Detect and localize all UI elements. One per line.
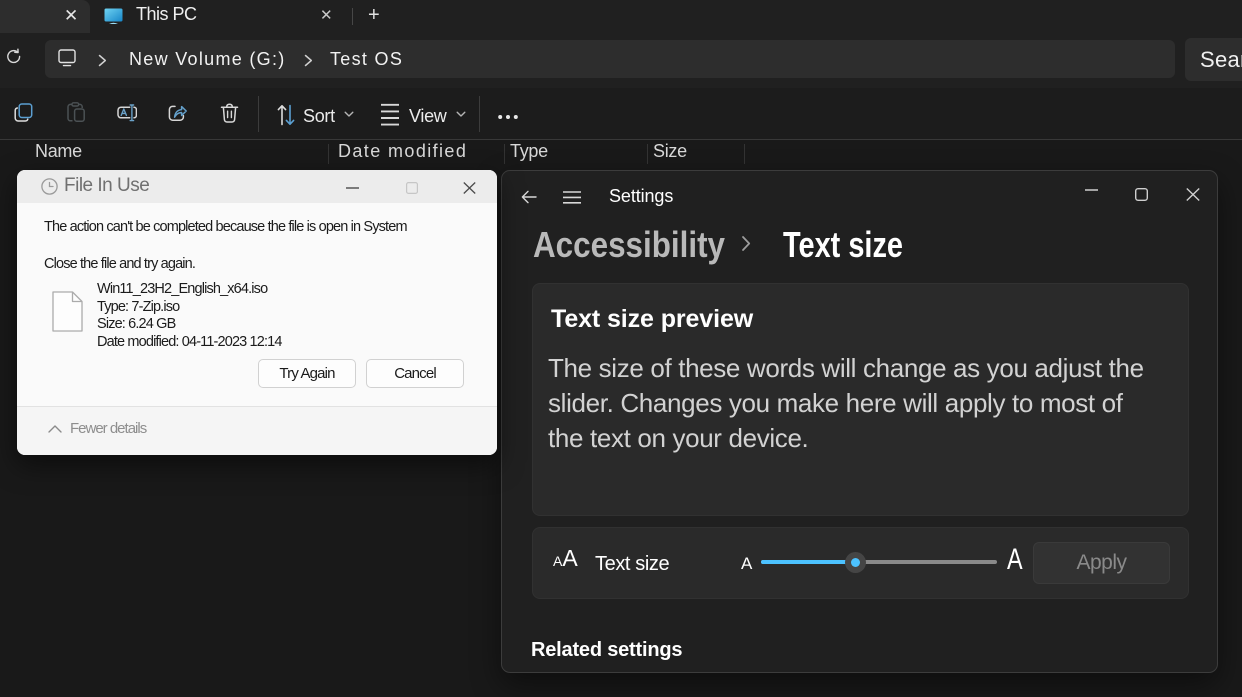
svg-text:Text size: Text size [783, 224, 903, 265]
svg-text:Accessibility: Accessibility [533, 224, 725, 265]
